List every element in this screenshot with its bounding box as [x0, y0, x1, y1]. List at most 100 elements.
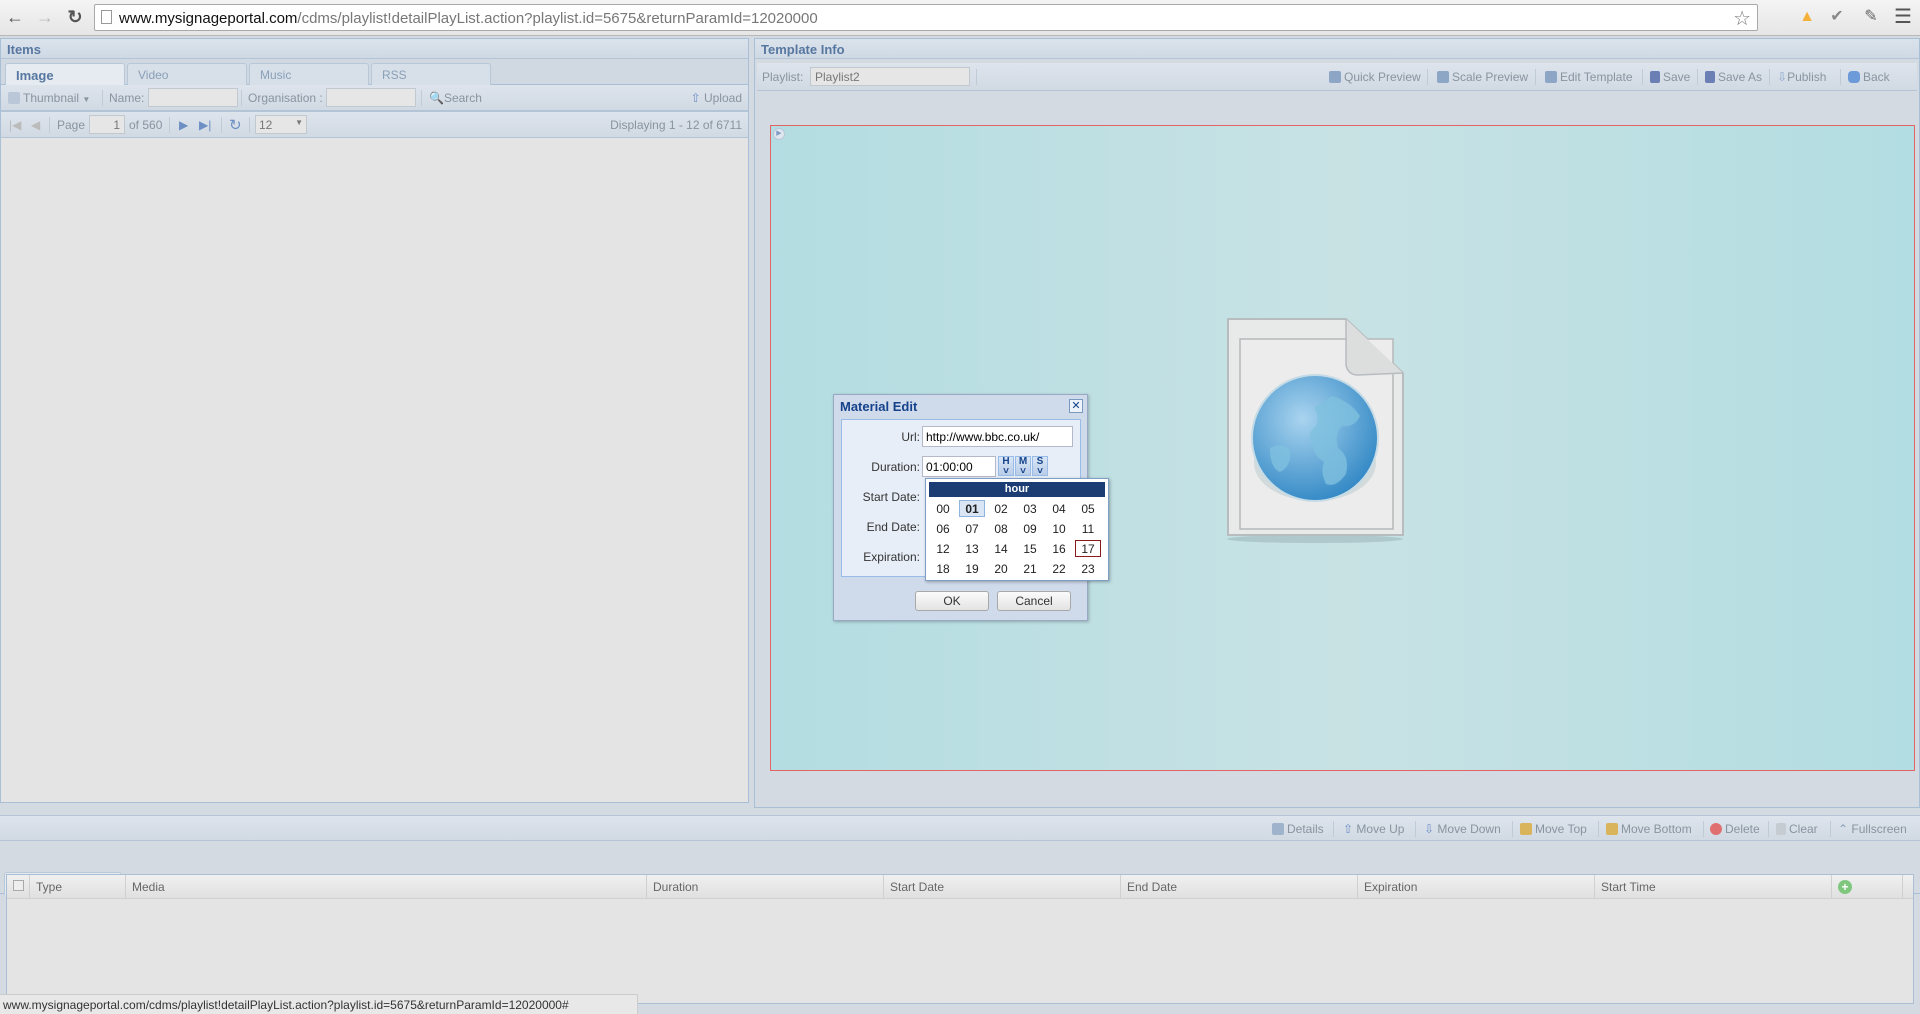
hour-option-19[interactable]: 19 — [959, 560, 985, 577]
divider — [1703, 821, 1704, 837]
prev-page-icon[interactable]: ◀ — [31, 118, 40, 132]
hour-option-02[interactable]: 02 — [988, 500, 1014, 517]
delete-button[interactable]: Delete — [1710, 822, 1760, 836]
organisation-input[interactable] — [326, 88, 416, 107]
hour-option-20[interactable]: 20 — [988, 560, 1014, 577]
cancel-button[interactable]: Cancel — [997, 591, 1071, 611]
forward-icon[interactable]: → — [34, 6, 56, 28]
tab-video[interactable]: Video — [127, 63, 247, 85]
column-header-expiration[interactable]: Expiration — [1358, 875, 1595, 899]
fullscreen-button[interactable]: ⌃ Fullscreen — [1838, 822, 1907, 836]
details-button[interactable]: Details — [1272, 822, 1324, 836]
expand-arrow-icon[interactable]: ▶ — [773, 128, 785, 140]
end-date-label: End Date: — [866, 520, 920, 534]
hour-option-06[interactable]: 06 — [930, 520, 956, 537]
move-top-button[interactable]: Move Top — [1520, 822, 1587, 836]
save-as-button[interactable]: Save As — [1705, 70, 1762, 84]
preview-icon — [1329, 71, 1341, 83]
column-header-end-date[interactable]: End Date — [1121, 875, 1358, 899]
back-icon[interactable]: ← — [4, 6, 26, 28]
page-icon — [101, 10, 112, 24]
back-button[interactable]: Back — [1848, 70, 1890, 84]
tab-music[interactable]: Music — [249, 63, 369, 85]
column-header-media[interactable]: Media — [126, 875, 647, 899]
hour-option-14[interactable]: 14 — [988, 540, 1014, 557]
address-bar[interactable]: www.mysignageportal.com/cdms/playlist!de… — [94, 4, 1758, 31]
url-input[interactable] — [922, 426, 1073, 447]
fullscreen-label: Fullscreen — [1851, 822, 1907, 836]
menu-icon[interactable]: ☰ — [1892, 6, 1914, 28]
hour-option-09[interactable]: 09 — [1017, 520, 1043, 537]
ok-button[interactable]: OK — [915, 591, 989, 611]
arrow-up-icon: ⇧ — [690, 91, 701, 105]
refresh-icon[interactable]: ↻ — [229, 116, 242, 134]
hour-option-07[interactable]: 07 — [959, 520, 985, 537]
dialog-title: Material Edit — [840, 399, 918, 414]
minute-picker-button[interactable]: M ˅ — [1015, 456, 1031, 477]
first-page-icon[interactable]: |◀ — [9, 118, 21, 132]
hour-option-08[interactable]: 08 — [988, 520, 1014, 537]
items-toolbar: Thumbnail ▼ Name: Organisation : 🔍Search… — [1, 85, 748, 111]
hour-option-22[interactable]: 22 — [1046, 560, 1072, 577]
move-bottom-button[interactable]: Move Bottom — [1606, 822, 1692, 836]
next-page-icon[interactable]: ▶ — [179, 118, 188, 132]
move-down-label: Move Down — [1437, 822, 1501, 836]
column-header-duration[interactable]: Duration — [647, 875, 884, 899]
hour-option-13[interactable]: 13 — [959, 540, 985, 557]
hour-option-17[interactable]: 17 — [1075, 540, 1101, 557]
page-size-select[interactable]: 12 ▼ — [255, 115, 307, 134]
column-header-type[interactable]: Type — [30, 875, 126, 899]
duration-input[interactable] — [922, 456, 996, 477]
extension-tool-icon[interactable]: ✎ — [1860, 6, 1882, 28]
publish-button[interactable]: ⇩Publish — [1777, 70, 1826, 84]
hour-option-03[interactable]: 03 — [1017, 500, 1043, 517]
hour-option-00[interactable]: 00 — [930, 500, 956, 517]
schedule-toolbar: Details ⇧ Move Up ⇩ Move Down Move Top M… — [0, 815, 1920, 841]
tab-image[interactable]: Image — [5, 63, 125, 86]
tab-rss[interactable]: RSS — [371, 63, 491, 85]
hour-option-10[interactable]: 10 — [1046, 520, 1072, 537]
reload-icon[interactable]: ↻ — [64, 6, 86, 28]
add-icon[interactable]: + — [1838, 880, 1852, 894]
hour-option-21[interactable]: 21 — [1017, 560, 1043, 577]
hour-option-01[interactable]: 01 — [959, 500, 985, 517]
extension-bell-icon[interactable]: ▲ — [1796, 6, 1818, 28]
move-up-button[interactable]: ⇧ Move Up — [1343, 822, 1404, 836]
hour-option-23[interactable]: 23 — [1075, 560, 1101, 577]
page-label: Page — [57, 118, 86, 132]
quick-preview-button[interactable]: Quick Preview — [1329, 70, 1421, 84]
hour-option-16[interactable]: 16 — [1046, 540, 1072, 557]
playlist-name-input[interactable] — [810, 67, 970, 86]
column-header-start-date[interactable]: Start Date — [884, 875, 1121, 899]
upload-button[interactable]: ⇧ Upload — [691, 91, 742, 105]
hour-option-18[interactable]: 18 — [930, 560, 956, 577]
search-label: Search — [443, 91, 482, 105]
hour-option-05[interactable]: 05 — [1075, 500, 1101, 517]
hour-picker-button[interactable]: H ˅ — [998, 456, 1014, 477]
column-header-start-time[interactable]: Start Time — [1595, 875, 1832, 899]
save-button[interactable]: Save — [1650, 70, 1690, 84]
hour-option-15[interactable]: 15 — [1017, 540, 1043, 557]
select-all-checkbox[interactable] — [13, 880, 24, 891]
clear-button[interactable]: Clear — [1776, 822, 1818, 836]
search-button[interactable]: 🔍Search — [429, 91, 482, 105]
view-mode-dropdown[interactable]: Thumbnail ▼ — [8, 91, 90, 105]
hour-option-04[interactable]: 04 — [1046, 500, 1072, 517]
second-picker-button[interactable]: S ˅ — [1032, 456, 1048, 477]
arrow-down-icon: ⇩ — [1424, 822, 1435, 836]
hour-option-11[interactable]: 11 — [1075, 520, 1101, 537]
extension-check-icon[interactable]: ✔ — [1826, 6, 1848, 28]
thumbnail-icon — [8, 92, 20, 104]
items-pager: |◀ ◀ Page of 560 ▶ ▶| ↻ 12 ▼ Displaying 1… — [1, 111, 748, 138]
edit-template-button[interactable]: Edit Template — [1545, 70, 1633, 84]
page-number-input[interactable] — [89, 115, 125, 134]
move-down-button[interactable]: ⇩ Move Down — [1424, 822, 1501, 836]
scale-preview-button[interactable]: Scale Preview — [1437, 70, 1528, 84]
hour-option-12[interactable]: 12 — [930, 540, 956, 557]
divider — [1840, 69, 1841, 85]
divider — [1415, 821, 1416, 837]
last-page-icon[interactable]: ▶| — [199, 118, 211, 132]
name-input[interactable] — [148, 88, 238, 107]
close-icon[interactable]: ✕ — [1069, 399, 1083, 413]
bookmark-star-icon[interactable]: ☆ — [1733, 6, 1751, 31]
